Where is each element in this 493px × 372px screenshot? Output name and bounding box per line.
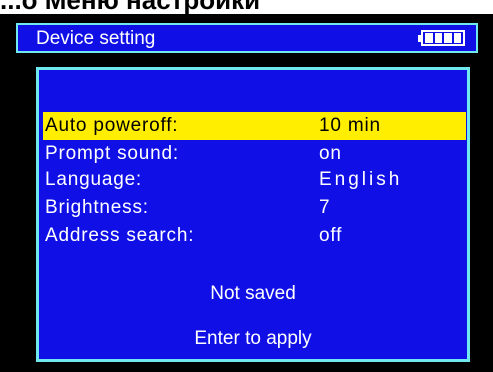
setting-label: Prompt sound: — [45, 143, 179, 164]
setting-row-prompt-sound[interactable]: Prompt sound: on — [43, 140, 466, 168]
battery-body — [421, 30, 465, 46]
setting-value: off — [319, 225, 343, 246]
setting-value: 10 min — [319, 115, 381, 136]
apply-hint: Enter to apply — [194, 328, 312, 349]
setting-value: 7 — [319, 197, 331, 218]
setting-label: Auto poweroff: — [45, 115, 179, 136]
battery-cell — [453, 33, 461, 43]
save-status: Not saved — [210, 283, 296, 304]
setting-value: on — [319, 143, 342, 164]
battery-cell — [444, 33, 452, 43]
setting-row-auto-poweroff[interactable]: Auto poweroff: 10 min — [43, 112, 466, 140]
setting-label: Address search: — [45, 225, 195, 246]
device-screen: Device setting Auto poweroff: 10 min Pro… — [0, 14, 493, 372]
page: ...о Меню настройки Device setting Auto … — [0, 0, 493, 372]
setting-label: Brightness: — [45, 197, 149, 218]
battery-full-icon — [418, 30, 468, 46]
setting-row-address-search[interactable]: Address search: off — [43, 222, 466, 250]
setting-row-language[interactable]: Language: English — [43, 166, 466, 194]
setting-row-brightness[interactable]: Brightness: 7 — [43, 194, 466, 222]
setting-value: English — [319, 169, 403, 190]
setting-label: Language: — [45, 169, 143, 190]
screen-title: Device setting — [36, 28, 156, 49]
battery-cell — [434, 33, 442, 43]
battery-cell — [425, 33, 433, 43]
title-bar: Device setting — [16, 23, 478, 53]
page-caption: ...о Меню настройки — [0, 0, 493, 14]
settings-panel: Auto poweroff: 10 min Prompt sound: on L… — [36, 67, 470, 362]
